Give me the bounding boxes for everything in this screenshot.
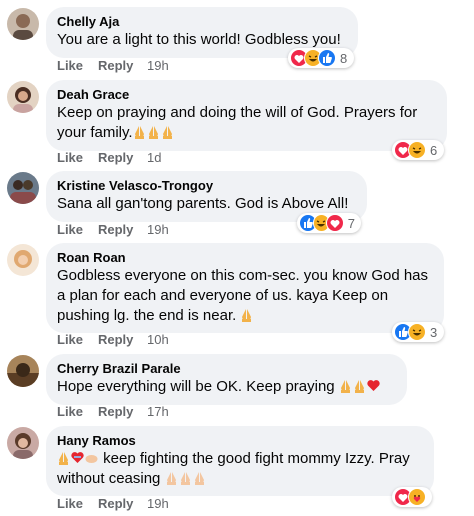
reaction-count: 8: [340, 50, 348, 66]
reaction-count: 7: [347, 215, 356, 231]
reaction-count: 6: [430, 142, 438, 158]
like-button[interactable]: Like: [57, 331, 98, 349]
avatar[interactable]: [7, 81, 39, 113]
hands-icon: [85, 450, 99, 467]
haha-reaction-icon: [408, 141, 426, 159]
like-button[interactable]: Like: [57, 149, 98, 167]
comment-timestamp[interactable]: 19h: [147, 495, 169, 513]
comment-author[interactable]: Kristine Velasco-Trongoy: [57, 177, 355, 194]
reply-button[interactable]: Reply: [98, 57, 147, 75]
comment-bubble: Roan Roan Godbless everyone on this com-…: [46, 243, 444, 333]
like-button[interactable]: Like: [57, 495, 98, 513]
comment-author[interactable]: Deah Grace: [57, 86, 435, 103]
reaction-count: 3: [430, 324, 438, 340]
comment-timestamp[interactable]: 19h: [147, 57, 169, 75]
comment-text: without ceasing: [57, 470, 161, 487]
reaction-summary[interactable]: 3: [392, 322, 444, 342]
love-reaction-icon: [326, 214, 344, 232]
comment-author[interactable]: Chelly Aja: [57, 13, 346, 30]
heart-with-ribbon-icon: [71, 450, 85, 467]
comment-bubble: Cherry Brazil Parale Hope everything wil…: [46, 354, 407, 405]
comment-text: keep fighting the good fight mommy Izzy.…: [103, 450, 410, 467]
like-button[interactable]: Like: [57, 403, 98, 421]
folded-hands-icon: [339, 378, 367, 395]
comment-text: Godbless everyone on this com-sec. you k…: [57, 267, 429, 284]
comment-bubble: Deah Grace Keep on praying and doing the…: [46, 80, 447, 151]
folded-hands-icon: [165, 470, 207, 487]
comment-text-line: your family.: [57, 123, 435, 143]
comment-text-line: without ceasing: [57, 469, 422, 489]
folded-hands-icon: [133, 124, 175, 141]
reaction-summary[interactable]: 6: [392, 140, 444, 160]
reply-button[interactable]: Reply: [98, 403, 147, 421]
comment-actions: Like Reply 19h: [57, 495, 169, 513]
reaction-summary[interactable]: [392, 487, 432, 507]
comment-timestamp[interactable]: 17h: [147, 403, 169, 421]
reaction-summary[interactable]: 8: [288, 48, 354, 68]
reply-button[interactable]: Reply: [98, 149, 147, 167]
comment-author[interactable]: Hany Ramos: [57, 432, 422, 449]
comment-text-line: keep fighting the good fight mommy Izzy.…: [57, 449, 422, 469]
comment-text: Keep on praying and doing the will of Go…: [57, 104, 418, 121]
comment-actions: Like Reply 1d: [57, 149, 161, 167]
comment-timestamp[interactable]: 10h: [147, 331, 169, 349]
comment-text-line: pushing lg. the end is near.: [57, 306, 432, 326]
comment-author[interactable]: Cherry Brazil Parale: [57, 360, 395, 377]
comment-text: your family.: [57, 124, 133, 141]
comment-text: You are a light to this world! Godbless …: [57, 31, 341, 48]
comment-text: pushing lg. the end is near.: [57, 307, 237, 324]
reply-button[interactable]: Reply: [98, 221, 147, 239]
avatar[interactable]: [7, 172, 39, 204]
reply-button[interactable]: Reply: [98, 495, 147, 513]
avatar[interactable]: [7, 8, 39, 40]
comment-actions: Like Reply 19h: [57, 221, 169, 239]
avatar[interactable]: [7, 355, 39, 387]
comment-text: Sana all gan'tong parents. God is Above …: [57, 195, 349, 212]
comment-actions: Like Reply 10h: [57, 331, 169, 349]
comment-text: a plan for each and everyone of us. kaya…: [57, 287, 389, 304]
avatar[interactable]: [7, 427, 39, 459]
reaction-summary[interactable]: 7: [297, 213, 361, 233]
comment-actions: Like Reply 17h: [57, 403, 169, 421]
reply-button[interactable]: Reply: [98, 331, 147, 349]
comment-actions: Like Reply 19h: [57, 57, 169, 75]
like-button[interactable]: Like: [57, 57, 98, 75]
comment-bubble: Hany Ramos keep fighting the good fight …: [46, 426, 434, 496]
like-button[interactable]: Like: [57, 221, 98, 239]
comment-timestamp[interactable]: 1d: [147, 149, 161, 167]
comment-text: Hope everything will be OK. Keep praying: [57, 378, 335, 395]
like-reaction-icon: [318, 49, 336, 67]
folded-hands-icon: [57, 450, 71, 467]
avatar[interactable]: [7, 244, 39, 276]
comment-timestamp[interactable]: 19h: [147, 221, 169, 239]
red-heart-icon: [367, 378, 381, 395]
care-reaction-icon: [408, 488, 426, 506]
comment-text-line: Hope everything will be OK. Keep praying: [57, 377, 395, 397]
haha-reaction-icon: [408, 323, 426, 341]
comment-author[interactable]: Roan Roan: [57, 249, 432, 266]
folded-hands-icon: [240, 307, 254, 324]
